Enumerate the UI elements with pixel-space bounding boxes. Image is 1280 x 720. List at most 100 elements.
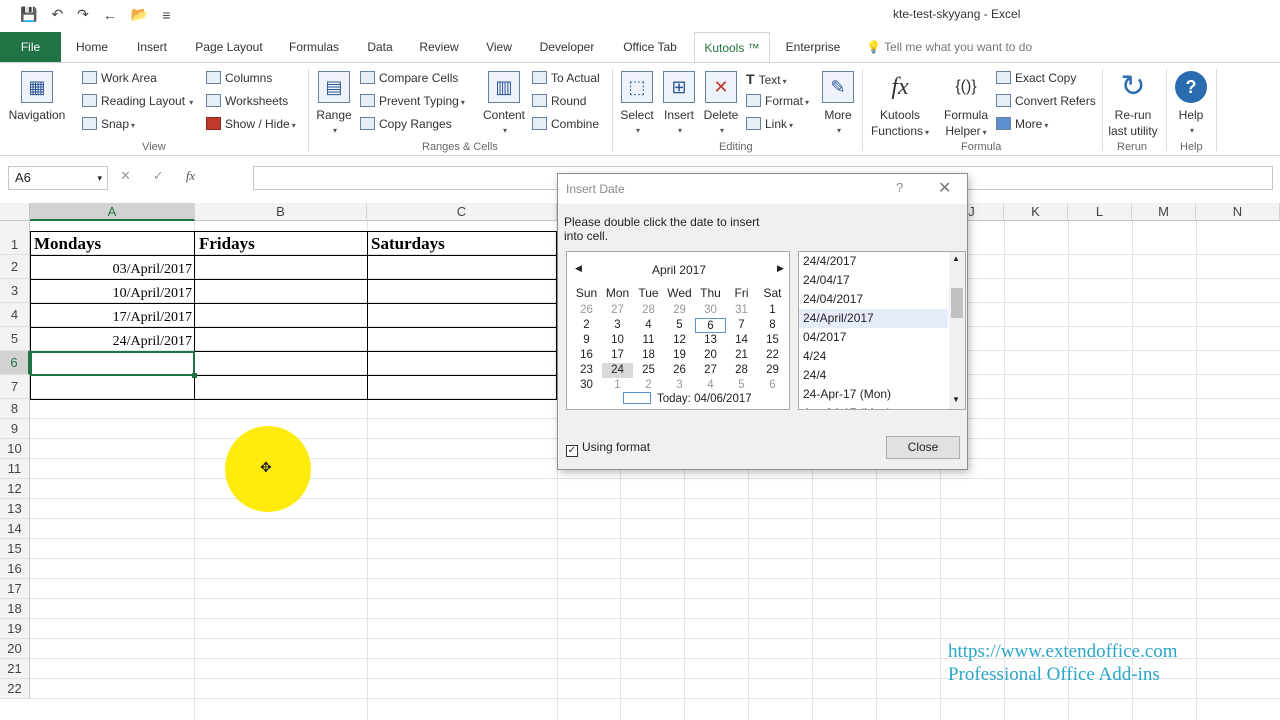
format-option[interactable]: Apr-24-17 (Mon)	[799, 404, 948, 409]
tab-kutools[interactable]: Kutools ™	[694, 32, 770, 63]
calendar-day[interactable]: 8	[757, 318, 788, 333]
rerun-button[interactable]: ↻ Re-run last utility	[1104, 71, 1162, 139]
close-icon[interactable]: ✕	[938, 178, 951, 198]
format-option[interactable]: 24-Apr-17 (Mon)	[799, 385, 948, 404]
insert-function-icon[interactable]: fx	[186, 168, 195, 184]
row-header[interactable]: 15	[0, 539, 30, 559]
row-header[interactable]: 13	[0, 499, 30, 519]
select-all-corner[interactable]	[0, 203, 30, 221]
tab-insert[interactable]: Insert	[126, 32, 178, 62]
calendar-day[interactable]: 28	[726, 363, 757, 378]
header-mondays[interactable]: Mondays	[34, 234, 101, 254]
tab-file[interactable]: File	[0, 32, 61, 62]
calendar-day[interactable]: 6	[695, 318, 726, 333]
row-header[interactable]: 5	[0, 327, 30, 351]
worksheets-button[interactable]: Worksheets	[206, 94, 288, 108]
header-fridays[interactable]: Fridays	[199, 234, 255, 254]
to-actual-button[interactable]: To Actual	[532, 71, 600, 85]
format-scrollbar[interactable]: ▲ ▼	[949, 252, 965, 409]
link-button[interactable]: Link ▾	[746, 117, 793, 131]
row-header[interactable]: 22	[0, 679, 30, 699]
prevent-typing-button[interactable]: Prevent Typing ▾	[360, 94, 465, 108]
tab-developer[interactable]: Developer	[534, 32, 600, 62]
format-option[interactable]: 4/24	[799, 347, 948, 366]
calendar-day[interactable]: 17	[602, 348, 633, 363]
row-header[interactable]: 6	[0, 351, 30, 375]
calendar-day[interactable]: 3	[602, 318, 633, 333]
row-header[interactable]: 18	[0, 599, 30, 619]
snap-button[interactable]: Snap ▾	[82, 117, 135, 131]
column-header-m[interactable]: M	[1132, 203, 1196, 221]
calendar-day[interactable]: 19	[664, 348, 695, 363]
row-header[interactable]: 12	[0, 479, 30, 499]
content-button[interactable]: ▥ Content ▾	[480, 71, 528, 139]
row-header[interactable]: 1	[0, 221, 30, 255]
kutools-functions-button[interactable]: fx Kutools Functions ▾	[866, 71, 934, 141]
name-box-dropdown-icon[interactable]: ▾	[97, 167, 102, 189]
column-header-a[interactable]: A	[30, 203, 195, 221]
calendar-day[interactable]: 2	[571, 318, 602, 333]
back-icon[interactable]: ←	[103, 7, 117, 23]
tab-data[interactable]: Data	[362, 32, 398, 62]
monday-cell[interactable]: 03/April/2017	[34, 262, 192, 278]
calendar-day[interactable]: 7	[726, 318, 757, 333]
format-button[interactable]: Format ▾	[746, 94, 809, 108]
column-header-l[interactable]: L	[1068, 203, 1132, 221]
calendar-day[interactable]: 4	[695, 378, 726, 393]
redo-icon[interactable]: ↷	[77, 6, 89, 23]
tab-view[interactable]: View	[480, 32, 518, 62]
calendar-day[interactable]: 2	[633, 378, 664, 393]
more-editing-button[interactable]: ✎ More ▾	[818, 71, 858, 139]
calendar-day[interactable]: 18	[633, 348, 664, 363]
next-month-icon[interactable]: ▶	[777, 263, 784, 274]
insert-button[interactable]: ⊞ Insert ▾	[660, 71, 698, 139]
row-header[interactable]: 14	[0, 519, 30, 539]
scroll-thumb[interactable]	[951, 288, 963, 318]
calendar-day[interactable]: 6	[757, 378, 788, 393]
combine-button[interactable]: Combine	[532, 117, 599, 131]
row-header[interactable]: 16	[0, 559, 30, 579]
calendar-day[interactable]: 4	[633, 318, 664, 333]
calendar-day[interactable]: 25	[633, 363, 664, 378]
calendar-day[interactable]: 12	[664, 333, 695, 348]
tab-office-tab[interactable]: Office Tab	[616, 32, 684, 62]
format-option[interactable]: 24/4	[799, 366, 948, 385]
calendar-day[interactable]: 15	[757, 333, 788, 348]
copy-ranges-button[interactable]: Copy Ranges	[360, 117, 452, 131]
fill-handle[interactable]	[192, 373, 197, 378]
round-button[interactable]: Round	[532, 94, 586, 108]
calendar-day[interactable]: 29	[757, 363, 788, 378]
reading-layout-button[interactable]: Reading Layout ▾	[82, 94, 193, 108]
tab-review[interactable]: Review	[414, 32, 464, 62]
convert-refers-button[interactable]: Convert Refers	[996, 94, 1096, 108]
format-option[interactable]: 24/April/2017	[799, 309, 948, 328]
monday-cell[interactable]: 24/April/2017	[34, 334, 192, 350]
scroll-down-icon[interactable]: ▼	[952, 395, 960, 404]
format-option[interactable]: 24/4/2017	[799, 252, 948, 271]
save-icon[interactable]: 💾	[20, 6, 37, 23]
range-button[interactable]: ▤ Range ▾	[312, 71, 356, 139]
calendar-day[interactable]: 3	[664, 378, 695, 393]
calendar-day[interactable]: 9	[571, 333, 602, 348]
enter-icon[interactable]: ✓	[153, 168, 164, 184]
delete-button[interactable]: ✕ Delete ▾	[702, 71, 740, 139]
row-header[interactable]: 19	[0, 619, 30, 639]
cancel-icon[interactable]: ✕	[120, 168, 131, 184]
row-header[interactable]: 17	[0, 579, 30, 599]
tab-enterprise[interactable]: Enterprise	[780, 32, 846, 62]
calendar-day[interactable]: 5	[726, 378, 757, 393]
format-option[interactable]: 04/2017	[799, 328, 948, 347]
active-cell[interactable]	[30, 351, 195, 376]
more-formula-button[interactable]: More ▾	[996, 117, 1048, 131]
text-button[interactable]: T Text ▾	[746, 71, 787, 87]
calendar-day[interactable]: 29	[664, 303, 695, 318]
monday-cell[interactable]: 17/April/2017	[34, 310, 192, 326]
checkbox-icon[interactable]: ✓	[566, 445, 578, 457]
calendar-day[interactable]: 1	[757, 303, 788, 318]
row-header[interactable]: 10	[0, 439, 30, 459]
calendar-day[interactable]: 14	[726, 333, 757, 348]
calendar-day[interactable]: 26	[664, 363, 695, 378]
tell-me-search[interactable]: 💡 Tell me what you want to do	[866, 40, 1032, 54]
select-button[interactable]: ⬚ Select ▾	[616, 71, 658, 139]
work-area-button[interactable]: Work Area	[82, 71, 157, 85]
